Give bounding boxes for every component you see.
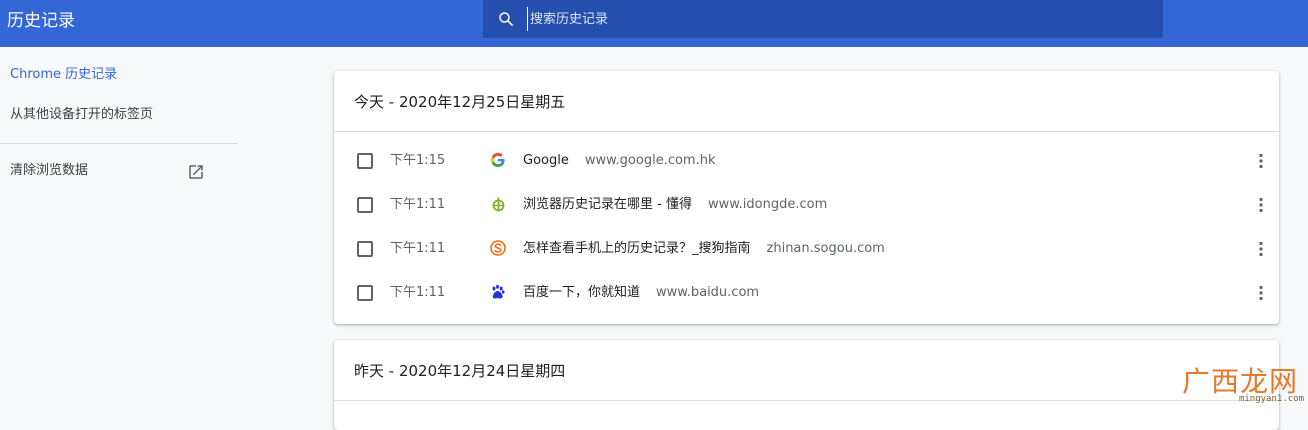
sidebar-divider: [0, 143, 238, 144]
history-entry: 下午1:11 百度一下，你就知道 www.baidu.com: [334, 271, 1279, 315]
entry-title-link[interactable]: Google www.google.com.hk: [523, 152, 716, 170]
entry-checkbox[interactable]: [357, 285, 373, 301]
sidebar-item-clear-browsing-data[interactable]: 清除浏览数据: [10, 162, 88, 180]
idongde-icon: [492, 197, 505, 212]
entry-time: 下午1:11: [390, 241, 446, 256]
open-in-new-icon[interactable]: [187, 163, 205, 181]
entry-time: 下午1:11: [390, 197, 446, 212]
entry-title-link[interactable]: 怎样查看手机上的历史记录？_搜狗指南 zhinan.sogou.com: [523, 240, 885, 258]
more-actions-icon[interactable]: [1251, 195, 1271, 215]
entry-checkbox[interactable]: [357, 197, 373, 213]
entry-domain: www.idongde.com: [707, 197, 828, 212]
google-icon: [490, 153, 505, 167]
more-actions-icon[interactable]: [1251, 283, 1271, 303]
entry-title: 百度一下，你就知道: [523, 285, 641, 300]
card-date-header: 昨天 - 2020年12月24日星期四: [354, 362, 566, 380]
card-divider: [334, 400, 1279, 401]
entry-title: 浏览器历史记录在哪里 - 懂得: [523, 197, 692, 212]
entry-time: 下午1:11: [390, 285, 446, 300]
baidu-icon: [492, 284, 505, 299]
entry-checkbox[interactable]: [357, 153, 373, 169]
card-divider: [334, 131, 1279, 132]
search-box[interactable]: [483, 0, 1163, 38]
sidebar: Chrome 历史记录 从其他设备打开的标签页 清除浏览数据: [0, 47, 240, 406]
entry-domain: zhinan.sogou.com: [766, 241, 885, 256]
more-actions-icon[interactable]: [1251, 151, 1271, 171]
entry-title-link[interactable]: 百度一下，你就知道 www.baidu.com: [523, 284, 759, 302]
more-actions-icon[interactable]: [1251, 239, 1271, 259]
sidebar-item-other-devices[interactable]: 从其他设备打开的标签页: [10, 106, 153, 124]
history-entry: 下午1:11 浏览器历史记录在哪里 - 懂得 www.idongde.com: [334, 183, 1279, 227]
history-card-today: 今天 - 2020年12月25日星期五 下午1:15 Google www.goo…: [334, 71, 1279, 324]
entry-title: 怎样查看手机上的历史记录？_搜狗指南: [523, 241, 751, 256]
entry-title-link[interactable]: 浏览器历史记录在哪里 - 懂得 www.idongde.com: [523, 196, 827, 214]
search-icon[interactable]: [497, 10, 515, 28]
search-input[interactable]: [527, 7, 1127, 31]
page-title: 历史记录: [7, 11, 75, 31]
entry-domain: www.google.com.hk: [584, 153, 716, 168]
top-toolbar: 历史记录: [0, 0, 1308, 47]
entry-title: Google: [523, 153, 569, 168]
sidebar-item-chrome-history[interactable]: Chrome 历史记录: [10, 66, 117, 84]
history-entry: 下午1:11 怎样查看手机上的历史记录？_搜狗指南 zhinan.sogou.co…: [334, 227, 1279, 271]
history-card-yesterday: 昨天 - 2020年12月24日星期四: [334, 340, 1279, 430]
entry-time: 下午1:15: [390, 153, 446, 168]
card-date-header: 今天 - 2020年12月25日星期五: [354, 93, 566, 111]
history-entry: 下午1:15 Google www.google.com.hk: [334, 139, 1279, 183]
entry-domain: www.baidu.com: [656, 285, 760, 300]
watermark-url: mingyan1.com: [1238, 394, 1304, 404]
sogou-icon: [490, 240, 506, 256]
entry-checkbox[interactable]: [357, 241, 373, 257]
